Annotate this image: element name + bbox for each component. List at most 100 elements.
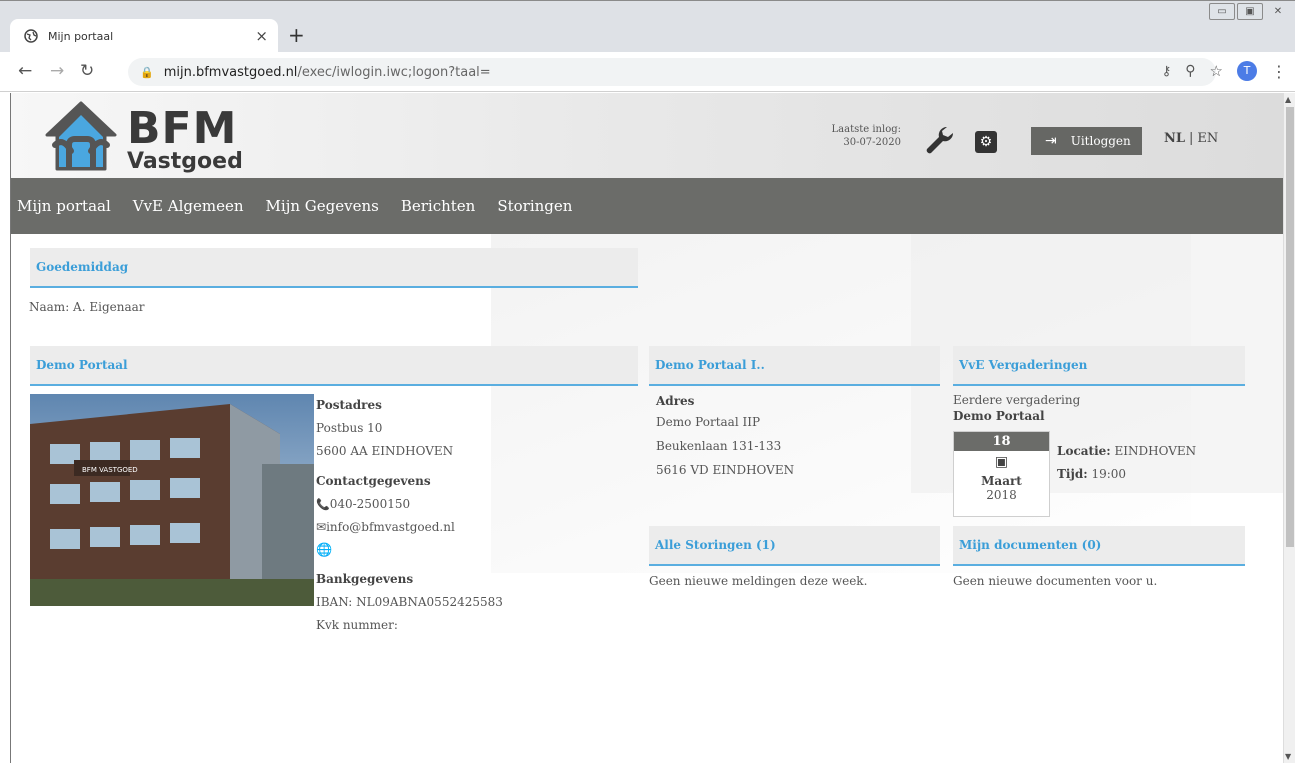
locatie-value: EINDHOVEN [1114, 444, 1197, 458]
globe-icon [24, 29, 38, 43]
meeting-time: Tijd: 19:00 [1057, 463, 1196, 486]
kvk-number: Kvk nummer: [316, 618, 398, 632]
vergaderingen-panel-title: VvE Vergaderingen [953, 346, 1245, 386]
last-login-info: Laatste inlog: 30-07-2020 [821, 123, 901, 149]
calendar-month: Maart [981, 474, 1022, 488]
adres-label: Adres [656, 394, 695, 408]
logout-button[interactable]: ⇥ Uitloggen [1031, 127, 1142, 155]
language-switcher: NL | EN [1164, 131, 1218, 146]
lock-icon: 🔒 [140, 65, 154, 79]
bank-label: Bankgegevens [316, 572, 414, 586]
documenten-panel-title[interactable]: Mijn documenten (0) [953, 526, 1245, 566]
star-icon[interactable]: ☆ [1210, 62, 1223, 80]
logo-text-vastgoed: Vastgoed [127, 149, 243, 174]
website-row: 🌐 [316, 539, 455, 562]
adres-line2: Beukenlaan 131-133 [656, 439, 782, 453]
page-scrollbar[interactable]: ▲ ▼ [1283, 93, 1295, 763]
demo-portaal-panel-title: Demo Portaal [30, 346, 638, 386]
browser-toolbar: ← → ↻ 🔒 mijn.bfmvastgoed.nl/exec/iwlogin… [0, 52, 1295, 92]
contact-block: Contactgegevens 📞040-2500150 ✉info@bfmva… [316, 470, 455, 562]
phone-icon: 📞 [316, 498, 330, 511]
menu-icon[interactable]: ⋮ [1271, 62, 1287, 81]
email-row: ✉info@bfmvastgoed.nl [316, 516, 455, 539]
scroll-thumb[interactable] [1286, 107, 1294, 547]
house-logo-icon [45, 101, 117, 171]
vergadering-name: Demo Portaal [953, 409, 1045, 423]
storingen-text: Geen nieuwe meldingen deze week. [649, 574, 868, 588]
key-icon[interactable]: ⚷ [1162, 64, 1172, 79]
phone-number: 040-2500150 [329, 497, 411, 511]
meeting-calendar-card[interactable]: 18 ▣ Maart 2018 [953, 431, 1050, 517]
url-path: /exec/iwlogin.iwc;logon?taal= [297, 64, 491, 80]
forward-icon[interactable]: → [50, 62, 64, 80]
calendar-day: 18 [954, 432, 1049, 451]
lang-separator: | [1189, 131, 1194, 146]
adres-block: Adres Demo Portaal IIP Beukenlaan 131-13… [656, 392, 794, 482]
storingen-panel-title[interactable]: Alle Storingen (1) [649, 526, 940, 566]
bfm-logo[interactable]: BFM Vastgoed [41, 97, 281, 177]
photo-sign-text: BFM VASTGOED [82, 466, 138, 474]
documenten-text: Geen nieuwe documenten voor u. [953, 574, 1158, 588]
scroll-down-icon[interactable]: ▼ [1285, 752, 1291, 761]
website-globe-icon[interactable]: 🌐 [316, 543, 332, 558]
wrench-icon[interactable] [923, 123, 957, 157]
profile-avatar[interactable]: T [1237, 61, 1257, 81]
new-tab-button[interactable]: + [288, 23, 305, 47]
logout-label: Uitloggen [1070, 134, 1131, 148]
logout-icon: ⇥ [1045, 133, 1057, 149]
nav-mijn-portaal[interactable]: Mijn portaal [17, 197, 111, 215]
postadres-block: Postadres Postbus 10 5600 AA EINDHOVEN [316, 394, 453, 463]
email-link[interactable]: info@bfmvastgoed.nl [326, 520, 455, 534]
last-login-date: 30-07-2020 [843, 137, 901, 148]
minimize-button[interactable]: ▭ [1209, 3, 1235, 20]
maximize-button[interactable]: ▣ [1237, 3, 1263, 20]
browser-tabstrip: Mijn portaal × + ▭ ▣ ✕ [0, 0, 1295, 53]
window-controls: ▭ ▣ ✕ [1209, 3, 1291, 20]
toolbar-right: ⚷ ⚲ ☆ T ⋮ [1162, 61, 1287, 81]
mail-icon: ✉ [316, 520, 327, 534]
building-photo: BFM VASTGOED [30, 394, 314, 606]
contact-label: Contactgegevens [316, 474, 431, 488]
locatie-label: Locatie: [1057, 444, 1111, 458]
tijd-label: Tijd: [1057, 467, 1088, 481]
site-header: BFM Vastgoed Laatste inlog: 30-07-2020 ⚙… [11, 93, 1283, 178]
last-login-label: Laatste inlog: [831, 124, 901, 135]
postadres-label: Postadres [316, 398, 382, 412]
adres-line3: 5616 VD EINDHOVEN [656, 463, 795, 477]
postadres-line1: Postbus 10 [316, 421, 383, 435]
address-bar[interactable]: 🔒 mijn.bfmvastgoed.nl/exec/iwlogin.iwc;l… [128, 58, 1216, 86]
tijd-value: 19:00 [1091, 467, 1127, 481]
calendar-icon: ▣ [994, 454, 1009, 470]
tab-title: Mijn portaal [48, 29, 114, 43]
greeting-panel-title: Goedemiddag [30, 248, 638, 288]
adres-line1: Demo Portaal IIP [656, 415, 761, 429]
reload-icon[interactable]: ↻ [80, 62, 94, 80]
calendar-year: 2018 [986, 488, 1017, 502]
scroll-up-icon[interactable]: ▲ [1285, 95, 1291, 104]
nav-vve-algemeen[interactable]: VvE Algemeen [133, 197, 244, 215]
demo-portaal-2-panel-title: Demo Portaal I.. [649, 346, 940, 386]
browser-tab[interactable]: Mijn portaal × [10, 19, 278, 53]
back-icon[interactable]: ← [18, 62, 32, 80]
zoom-icon[interactable]: ⚲ [1185, 63, 1195, 79]
nav-mijn-gegevens[interactable]: Mijn Gegevens [266, 197, 379, 215]
nav-berichten[interactable]: Berichten [401, 197, 476, 215]
nav-storingen[interactable]: Storingen [497, 197, 572, 215]
close-window-button[interactable]: ✕ [1265, 3, 1291, 20]
main-navigation: Mijn portaal VvE Algemeen Mijn Gegevens … [11, 178, 1283, 234]
vergadering-header: Eerdere vergadering Demo Portaal [953, 392, 1080, 424]
vergadering-sub: Eerdere vergadering [953, 393, 1081, 407]
tab-close-icon[interactable]: × [255, 27, 268, 45]
url-host: mijn.bfmvastgoed.nl [163, 64, 298, 80]
bank-block: Bankgegevens IBAN: NL09ABNA0552425583 Kv… [316, 568, 503, 637]
iban: IBAN: NL09ABNA0552425583 [316, 595, 503, 609]
meeting-location: Locatie: EINDHOVEN [1057, 440, 1196, 463]
greeting-name: Naam: A. Eigenaar [29, 300, 145, 314]
postadres-line2: 5600 AA EINDHOVEN [316, 444, 454, 458]
lang-nl-link[interactable]: NL [1164, 131, 1185, 146]
gear-icon[interactable]: ⚙ [975, 131, 997, 153]
lang-en-link[interactable]: EN [1197, 131, 1218, 146]
meeting-details: Locatie: EINDHOVEN Tijd: 19:00 [1057, 440, 1196, 486]
logo-text-bfm: BFM [127, 103, 238, 154]
phone-row: 📞040-2500150 [316, 493, 455, 516]
